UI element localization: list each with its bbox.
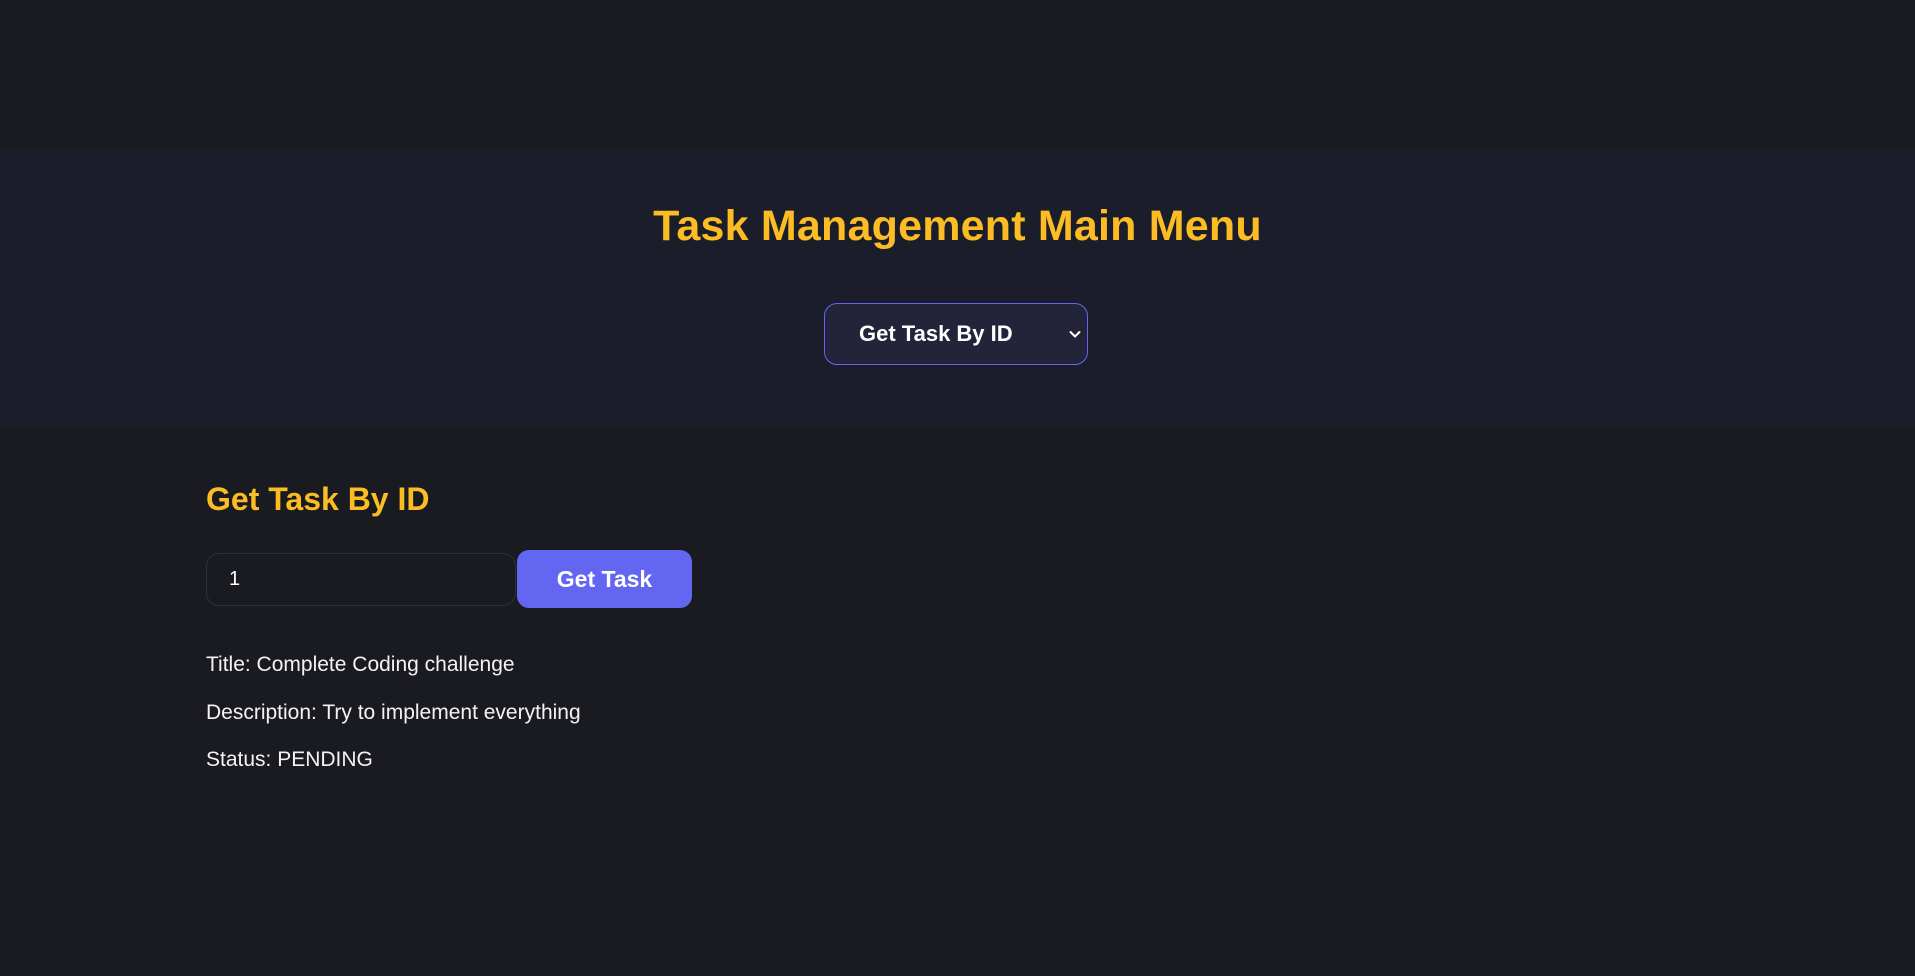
get-task-button[interactable]: Get Task [517, 550, 692, 608]
menu-action-select[interactable]: Get Task By ID [824, 303, 1088, 365]
task-description-text: Description: Try to implement everything [206, 701, 581, 724]
main-menu-header [0, 148, 1915, 426]
top-spacer [0, 0, 1915, 148]
menu-select-value: Get Task By ID [859, 321, 1013, 346]
chevron-down-icon [1069, 331, 1081, 338]
page-title: Task Management Main Menu [653, 202, 1262, 250]
task-title-text: Title: Complete Coding challenge [206, 653, 515, 676]
task-id-input[interactable] [206, 553, 516, 606]
section-title: Get Task By ID [206, 481, 430, 517]
task-status-text: Status: PENDING [206, 748, 373, 771]
